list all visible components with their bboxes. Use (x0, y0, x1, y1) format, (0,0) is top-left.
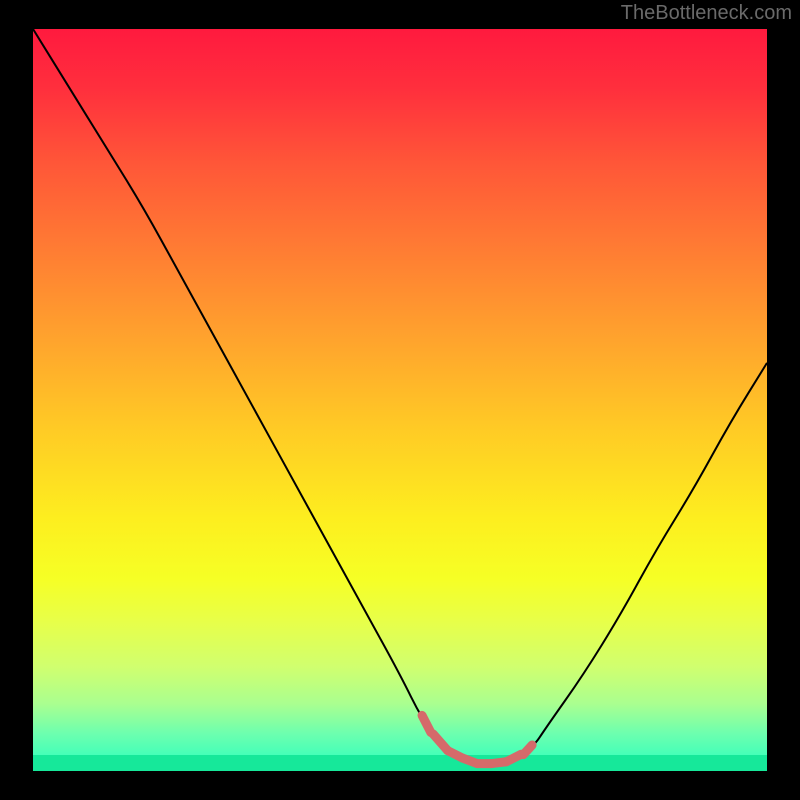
chart-container (33, 29, 767, 771)
curve-svg (33, 29, 767, 771)
bottleneck-curve (33, 29, 767, 764)
watermark-text: TheBottleneck.com (621, 2, 792, 25)
highlight-markers (422, 715, 532, 763)
highlight-segment (523, 745, 532, 755)
highlight-segment (422, 715, 431, 732)
